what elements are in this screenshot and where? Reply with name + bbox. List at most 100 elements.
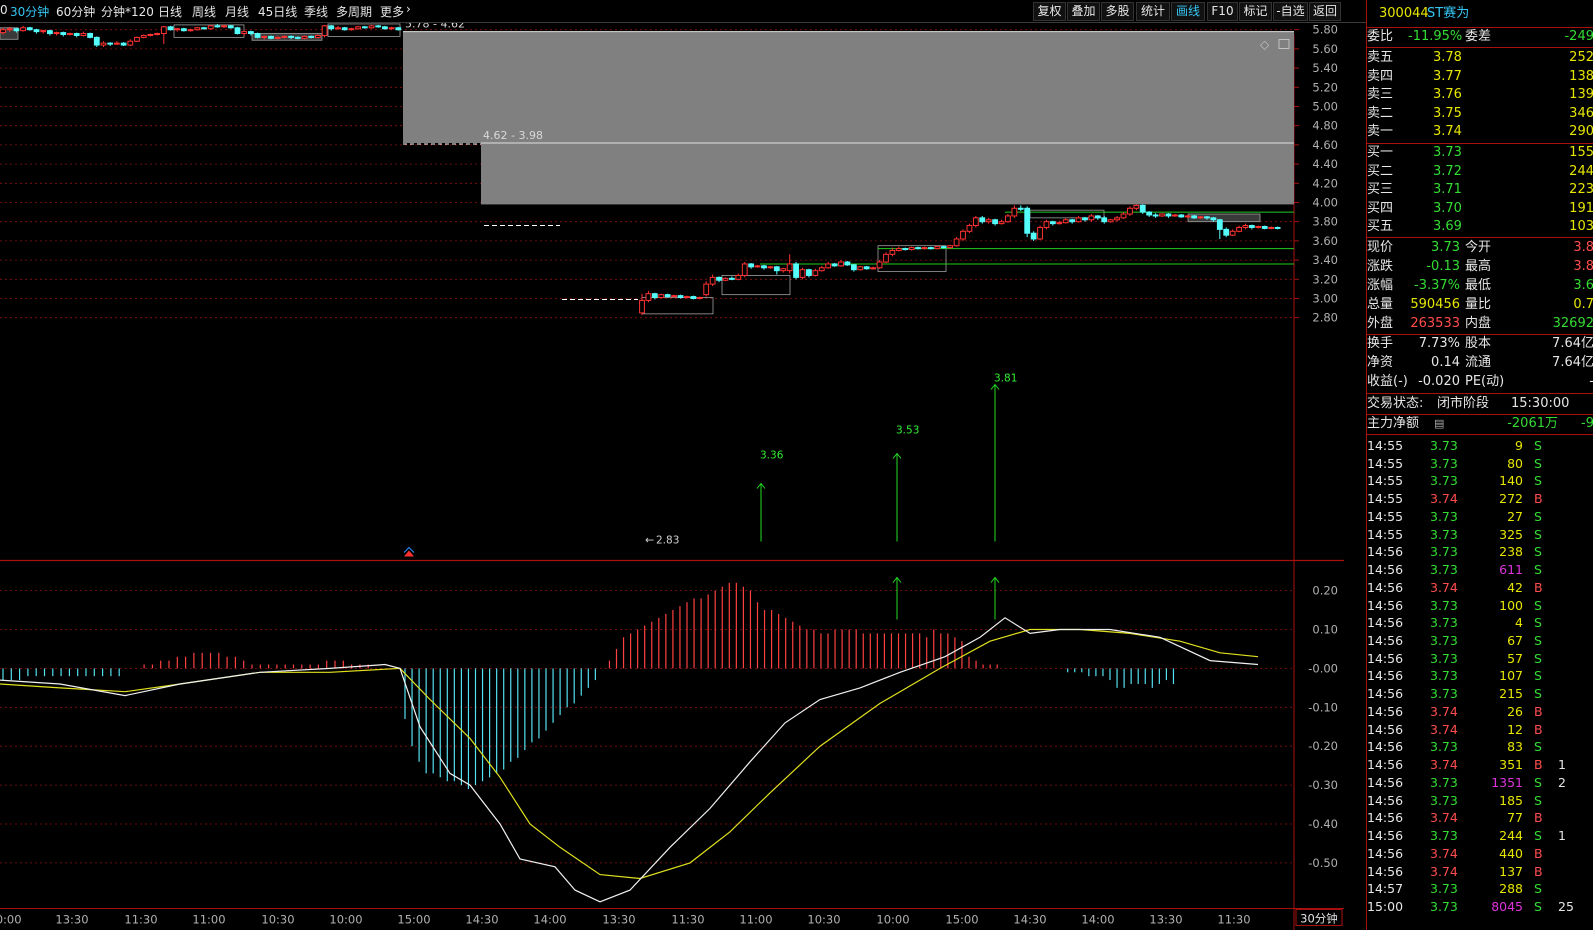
candle [1178,214,1185,218]
list-icon[interactable]: ▤ [1434,415,1444,433]
candle [26,26,33,31]
period-tab-1[interactable]: 30分钟 [10,3,49,20]
tick-direction: S [1534,438,1542,453]
stat-label: 总量 [1367,297,1394,312]
sell-level-1: 卖五 3.78 252 [1367,49,1593,67]
stat-value: -3.37% [1414,278,1460,293]
status-time: 15:30:00 [1511,396,1570,411]
price-tick-label: 3.80 [1312,215,1338,229]
tool-button-4[interactable]: 画线 [1171,2,1205,21]
fin-value: -0.020 [1418,374,1460,389]
tick-volume: 12 [1507,721,1523,737]
tick-direction: S [1534,455,1542,471]
tick-volume: 107 [1499,668,1523,684]
period-badge-label: 30分钟 [1300,912,1338,926]
price-tick-label: 5.20 [1312,80,1338,94]
buy-level-2: 买二 3.72 244 [1367,163,1593,181]
tick-time: 14:56 [1367,810,1404,826]
period-tab-2[interactable]: 60分钟 [56,3,95,20]
tool-button-5[interactable]: F10 [1207,2,1238,21]
candle [966,223,973,234]
level-price: 3.71 [1433,182,1462,197]
tick-direction: S [1534,898,1542,914]
stat-value: 0.7 [1573,297,1593,312]
weibi-row: 委比 -11.95% 委差 -249 [1367,28,1593,46]
candle [972,215,979,228]
weibi-label: 委比 [1367,29,1394,44]
stat-row-0: 现价 3.73 今开 3.8 [1367,239,1593,257]
level-volume: 290 [1569,124,1593,139]
tick-price: 3.73 [1430,828,1458,844]
tool-button-8[interactable]: 返回 [1309,2,1341,21]
level-volume: 155 [1569,145,1593,160]
tick-row: 14:56 3.74 12 B [1367,721,1593,739]
tool-button-3[interactable]: 统计 [1136,2,1170,21]
diamond-icon[interactable]: ◇ [1260,38,1270,52]
annotation-label: 3.81 [994,373,1017,385]
gap-zone[interactable] [403,31,1294,143]
tick-row: 14:56 3.74 26 B [1367,703,1593,721]
price-tick-label: 5.40 [1312,61,1338,75]
tool-button-6[interactable]: 标记 [1239,2,1272,21]
tool-button-7[interactable]: -自选 [1273,2,1308,21]
time-tick-label: 14:00 [1081,913,1114,927]
kline-chart[interactable]: 6.206.005.805.605.405.205.004.804.604.40… [0,23,1344,930]
period-tab-3[interactable]: 分钟*120 [101,3,154,20]
candle [1139,204,1146,215]
tick-row: 14:56 3.74 42 B [1367,579,1593,597]
tick-direction: S [1534,562,1542,578]
period-tab-0[interactable]: 0 [0,3,8,17]
fin-label: 收益(-) [1367,374,1408,389]
tick-direction: B [1534,491,1543,507]
tick-price: 3.74 [1430,863,1458,879]
time-tick-label: 11:30 [671,913,704,927]
gap-zone[interactable] [481,142,1294,205]
period-tab-10[interactable]: 更多 [380,3,404,20]
fin-label: 流通 [1465,355,1492,370]
tool-button-1[interactable]: 叠加 [1067,2,1100,21]
stat-row-2: 涨幅 -3.37% 最低 3.6 [1367,277,1593,295]
level-volume: 138 [1569,68,1593,84]
tick-time: 14:56 [1367,757,1404,773]
annotation-arrow: ← [645,534,654,547]
fin-row-1: 净资 0.14 流通 7.64亿 [1367,354,1593,372]
tick-volume: 351 [1499,757,1523,773]
tool-button-0[interactable]: 复权 [1033,2,1066,21]
period-tab-4[interactable]: 日线 [158,3,182,20]
candle [187,28,194,32]
chevron-right-icon[interactable]: › [406,2,411,16]
candle [741,262,748,278]
tick-time: 14:56 [1367,633,1404,649]
stock-name: ST赛为 [1427,6,1470,21]
level-volume: 103 [1569,219,1593,234]
divider [1367,393,1593,394]
period-tab-8[interactable]: 季线 [304,3,328,20]
level-volume: 191 [1569,200,1593,216]
tool-button-2[interactable]: 多股 [1101,2,1134,21]
candle [93,36,100,47]
stat-value: 590456 [1410,297,1460,312]
candle [355,25,362,30]
stat-label: 最低 [1465,278,1492,293]
period-tab-7[interactable]: 45日线 [258,3,297,20]
candle [207,24,214,30]
candle [658,293,665,299]
annotation-label: 3.53 [896,425,919,437]
period-tab-9[interactable]: 多周期 [336,3,372,20]
buy-level-5: 买五 3.69 103 [1367,218,1593,236]
tick-count: 25 [1558,898,1574,914]
fin-row-2: 收益(-) -0.020 PE(动) - [1367,373,1593,391]
level-label: 买五 [1367,219,1394,234]
period-tab-6[interactable]: 月线 [225,3,249,20]
tick-time: 14:56 [1367,845,1404,861]
tick-price: 3.74 [1430,721,1458,737]
candle [395,26,402,31]
stat-label: 内盘 [1465,316,1492,331]
price-tick-label: 3.60 [1312,234,1338,248]
period-tab-5[interactable]: 周线 [192,3,216,20]
macd-tick-label: -0.10 [1308,700,1338,714]
stock-code: 300044 [1379,6,1429,21]
fin-value: 0.14 [1431,355,1460,370]
tick-volume: 238 [1499,544,1523,560]
tick-volume: 77 [1507,810,1523,826]
